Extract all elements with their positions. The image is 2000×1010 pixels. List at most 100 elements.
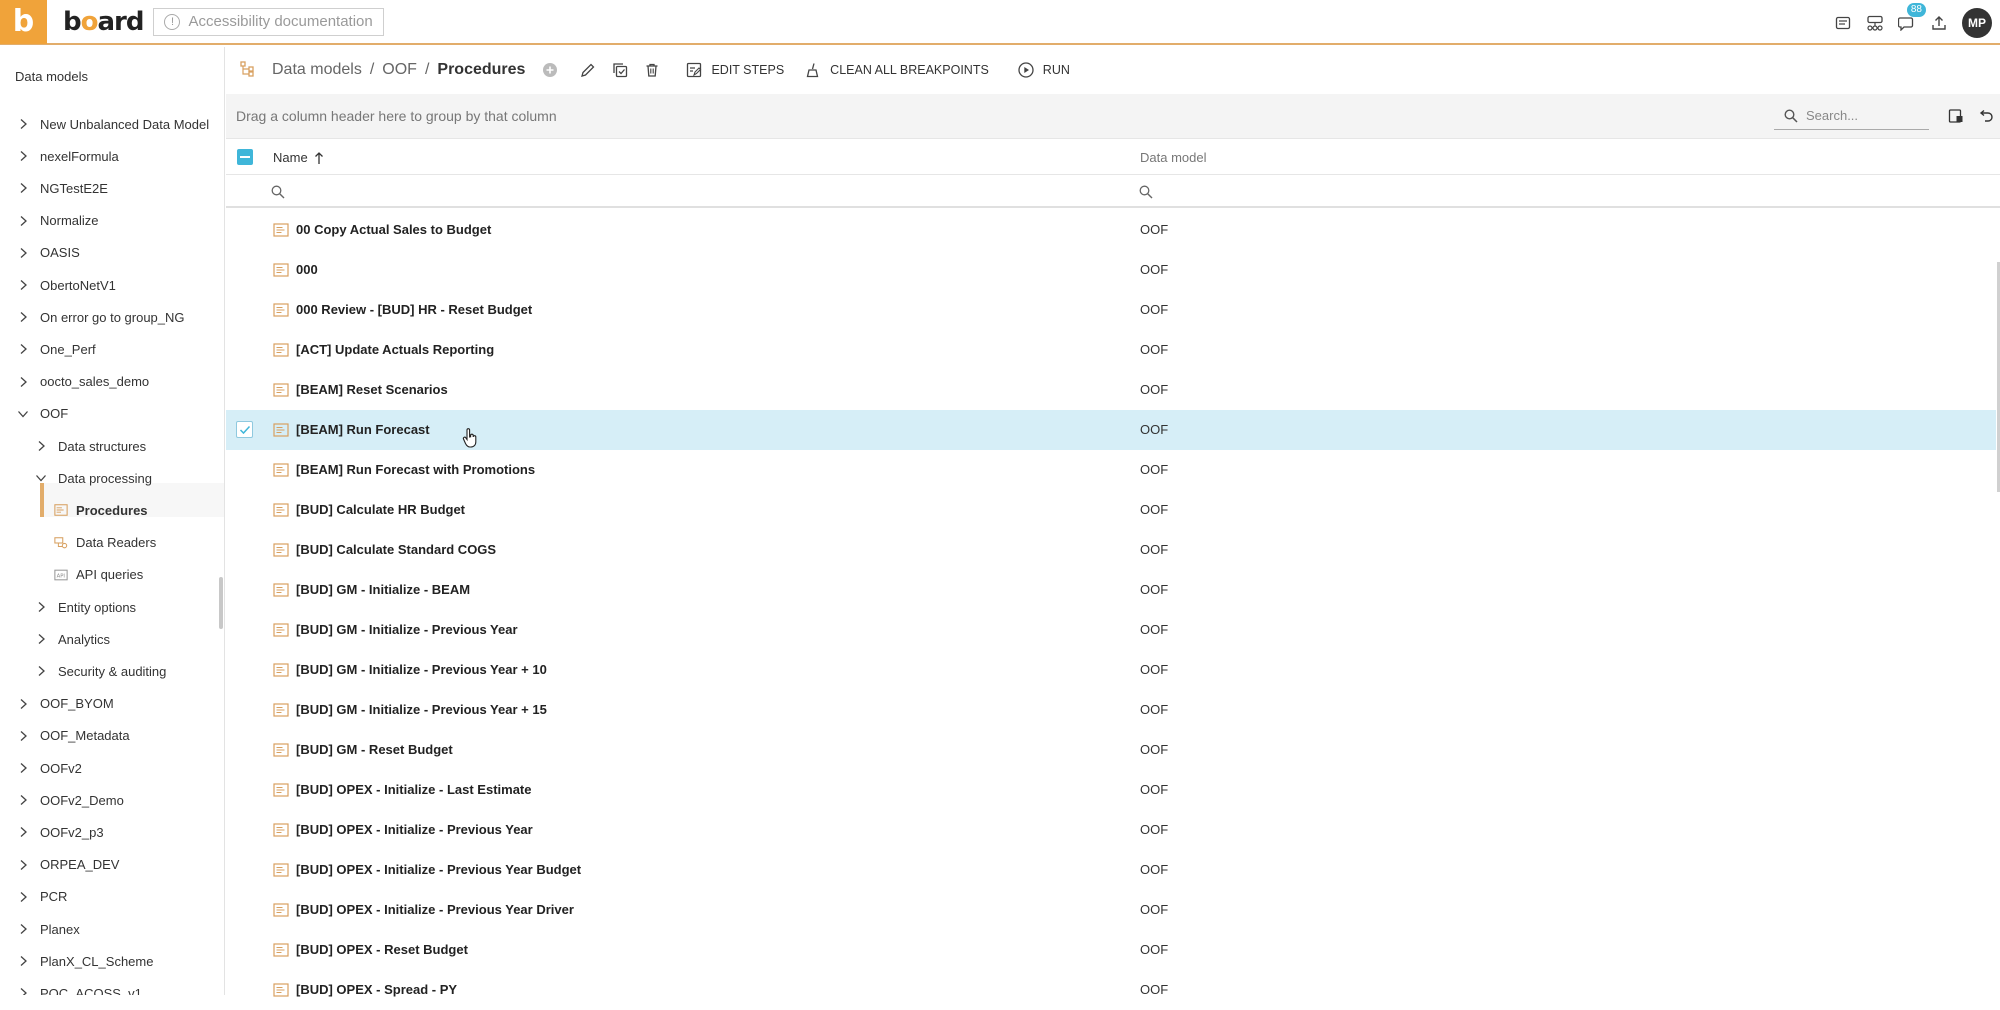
chevron-right-icon[interactable] xyxy=(34,600,48,614)
sidebar-item[interactable]: ObertoNetV1 xyxy=(16,270,116,300)
edit-pencil-icon[interactable] xyxy=(579,61,597,79)
sidebar-item[interactable]: Data structures xyxy=(34,431,146,461)
table-row[interactable]: [BUD] OPEX - Spread - PY OOF xyxy=(226,970,1996,1010)
table-row[interactable]: [ACT] Update Actuals Reporting OOF xyxy=(226,330,1996,370)
table-row[interactable]: [BEAM] Run Forecast OOF xyxy=(226,410,1996,450)
table-row[interactable]: [BUD] OPEX - Initialize - Previous Year … xyxy=(226,890,1996,930)
table-row[interactable]: [BUD] OPEX - Reset Budget OOF xyxy=(226,930,1996,970)
data-model-filter-search-icon[interactable] xyxy=(1139,185,1153,199)
chevron-right-icon[interactable] xyxy=(34,632,48,646)
breadcrumb-oof[interactable]: OOF xyxy=(382,61,417,79)
table-row[interactable]: 00 Copy Actual Sales to Budget OOF xyxy=(226,210,1996,250)
table-row[interactable]: 000 OOF xyxy=(226,250,1996,290)
sidebar-scrollbar[interactable] xyxy=(219,577,223,629)
chevron-right-icon[interactable] xyxy=(16,342,30,356)
column-header-name[interactable]: Name xyxy=(273,150,324,165)
table-row[interactable]: [BUD] GM - Reset Budget OOF xyxy=(226,730,1996,770)
sidebar-item[interactable]: OOF xyxy=(16,399,68,429)
chevron-right-icon[interactable] xyxy=(16,278,30,292)
chevron-right-icon[interactable] xyxy=(16,986,30,995)
sidebar-item[interactable]: OOF_BYOM xyxy=(16,689,114,719)
sidebar-item[interactable]: OOF_Metadata xyxy=(16,721,130,751)
row-checkbox[interactable] xyxy=(236,421,253,438)
trash-icon[interactable] xyxy=(643,61,661,79)
sidebar-item[interactable]: nexelFormula xyxy=(16,141,119,171)
table-row[interactable]: [BUD] Calculate Standard COGS OOF xyxy=(226,530,1996,570)
sidebar-item[interactable]: On error go to group_NG xyxy=(16,302,185,332)
sidebar-item[interactable]: OOFv2 xyxy=(16,753,82,783)
table-row[interactable]: 000 Review - [BUD] HR - Reset Budget OOF xyxy=(226,290,1996,330)
breadcrumb-data-models[interactable]: Data models xyxy=(272,61,362,79)
chevron-right-icon[interactable] xyxy=(34,439,48,453)
name-filter-search-icon[interactable] xyxy=(271,185,285,199)
sidebar-item[interactable]: New Unbalanced Data Model xyxy=(16,109,209,139)
sidebar-item[interactable]: API API queries xyxy=(52,560,143,590)
user-avatar[interactable]: MP xyxy=(1962,7,1992,38)
grid-search-input[interactable]: Search... xyxy=(1774,102,1929,130)
sidebar-item[interactable]: PCR xyxy=(16,882,67,912)
table-row[interactable]: [BUD] OPEX - Initialize - Previous Year O… xyxy=(226,810,1996,850)
chevron-right-icon[interactable] xyxy=(16,149,30,163)
chevron-right-icon[interactable] xyxy=(16,890,30,904)
chevron-right-icon[interactable] xyxy=(16,214,30,228)
chevron-right-icon[interactable] xyxy=(16,697,30,711)
sidebar-item[interactable]: One_Perf xyxy=(16,334,96,364)
select-all-checkbox[interactable] xyxy=(237,149,253,165)
upload-icon[interactable] xyxy=(1930,14,1948,32)
group-by-panel[interactable]: Drag a column header here to group by th… xyxy=(226,94,2000,139)
table-row[interactable]: [BUD] GM - Initialize - BEAM OOF xyxy=(226,570,1996,610)
sidebar-item[interactable]: Analytics xyxy=(34,624,110,654)
chevron-down-icon[interactable] xyxy=(16,407,30,421)
chevron-right-icon[interactable] xyxy=(16,181,30,195)
chevron-right-icon[interactable] xyxy=(16,858,30,872)
chevron-right-icon[interactable] xyxy=(16,761,30,775)
table-row[interactable]: [BEAM] Reset Scenarios OOF xyxy=(226,370,1996,410)
chevron-right-icon[interactable] xyxy=(16,729,30,743)
duplicate-icon[interactable] xyxy=(611,61,629,79)
chevron-right-icon[interactable] xyxy=(16,375,30,389)
chevron-right-icon[interactable] xyxy=(16,793,30,807)
chevron-right-icon[interactable] xyxy=(16,310,30,324)
sidebar-item[interactable]: PlanX_CL_Scheme xyxy=(16,946,153,976)
table-row[interactable]: [BUD] OPEX - Initialize - Last Estimate O… xyxy=(226,770,1996,810)
sidebar-item[interactable]: OASIS xyxy=(16,238,80,268)
table-row[interactable]: [BUD] OPEX - Initialize - Previous Year … xyxy=(226,850,1996,890)
sidebar-item[interactable]: Data Readers xyxy=(52,528,156,558)
sidebar-item[interactable]: OOFv2_p3 xyxy=(16,817,104,847)
sidebar-item[interactable]: OOFv2_Demo xyxy=(16,785,124,815)
chevron-right-icon[interactable] xyxy=(16,246,30,260)
network-icon[interactable] xyxy=(1866,14,1884,32)
run-button[interactable]: RUN xyxy=(1017,61,1070,79)
sidebar-item[interactable]: oocto_sales_demo xyxy=(16,367,149,397)
table-row[interactable]: [BUD] GM - Initialize - Previous Year OOF xyxy=(226,610,1996,650)
chevron-right-icon[interactable] xyxy=(16,922,30,936)
table-row[interactable]: [BUD] Calculate HR Budget OOF xyxy=(226,490,1996,530)
table-row[interactable]: [BUD] GM - Initialize - Previous Year + … xyxy=(226,690,1996,730)
sidebar-item[interactable]: Procedures xyxy=(52,495,148,525)
app-logo[interactable]: b xyxy=(0,0,47,44)
chevron-right-icon[interactable] xyxy=(34,664,48,678)
document-list-icon[interactable] xyxy=(1834,14,1852,32)
undo-icon[interactable] xyxy=(1977,107,1995,125)
sidebar-item[interactable]: Normalize xyxy=(16,206,99,236)
add-icon[interactable] xyxy=(541,61,559,79)
clean-all-breakpoints-button[interactable]: CLEAN ALL BREAKPOINTS xyxy=(804,61,989,79)
sidebar-item[interactable]: Data processing xyxy=(34,463,152,493)
sidebar-item[interactable]: Planex xyxy=(16,914,80,944)
chevron-right-icon[interactable] xyxy=(16,117,30,131)
table-row[interactable]: [BEAM] Run Forecast with Promotions OOF xyxy=(226,450,1996,490)
chat-icon[interactable]: 88 xyxy=(1898,2,1926,32)
edit-steps-button[interactable]: EDIT STEPS xyxy=(685,61,784,79)
column-chooser-icon[interactable] xyxy=(1947,107,1965,125)
sidebar-item[interactable]: ORPEA_DEV xyxy=(16,850,119,880)
accessibility-documentation-link[interactable]: ! Accessibility documentation xyxy=(153,7,384,36)
column-header-data-model[interactable]: Data model xyxy=(1140,150,1206,165)
sidebar-item[interactable]: Entity options xyxy=(34,592,136,622)
chevron-right-icon[interactable] xyxy=(16,954,30,968)
sidebar-item[interactable]: Security & auditing xyxy=(34,656,166,686)
chevron-down-icon[interactable] xyxy=(34,471,48,485)
sidebar-item[interactable]: NGTestE2E xyxy=(16,173,108,203)
sidebar-item[interactable]: POC_ACOSS_v1 xyxy=(16,978,142,995)
table-row[interactable]: [BUD] GM - Initialize - Previous Year + … xyxy=(226,650,1996,690)
chevron-right-icon[interactable] xyxy=(16,825,30,839)
